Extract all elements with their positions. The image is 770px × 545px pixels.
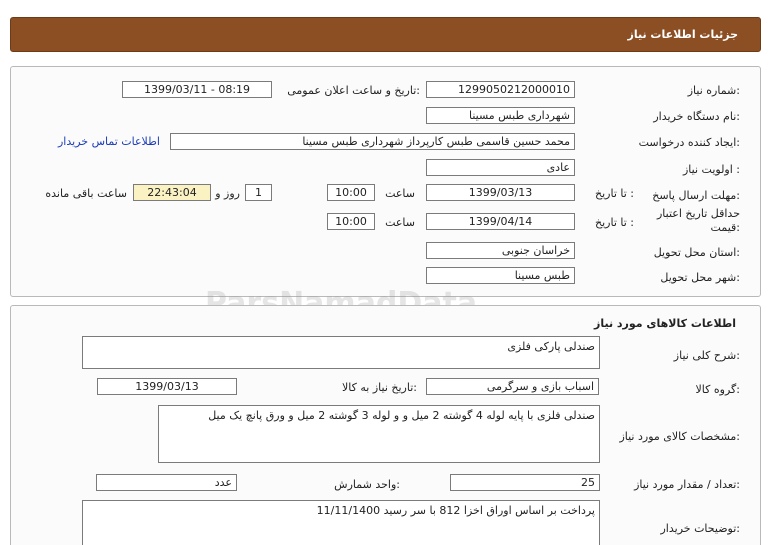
description-label: شرح کلی نیاز: xyxy=(673,349,740,362)
specs-field[interactable]: صندلی فلزی با پایه لوله 4 گوشته 2 میل و … xyxy=(158,405,600,463)
announce-datetime-label: تاریخ و ساعت اعلان عمومی: xyxy=(287,84,420,97)
city-field[interactable]: طبس مسینا xyxy=(426,267,575,284)
quantity-label: تعداد / مقدار مورد نیاز: xyxy=(634,478,740,491)
goods-section-title: اطلاعات کالاهای مورد نیاز xyxy=(594,317,736,330)
response-days-field[interactable]: 1 xyxy=(245,184,272,201)
announce-datetime-field[interactable]: 1399/03/11 - 08:19 xyxy=(122,81,272,98)
need-date-field[interactable]: 1399/03/13 xyxy=(97,378,237,395)
response-days-label: روز و xyxy=(215,187,240,200)
goods-group-field[interactable]: اسباب بازی و سرگرمی xyxy=(426,378,599,395)
buyer-notes-field[interactable]: پرداخت بر اساس اوراق اخزا 812 با سر رسید… xyxy=(82,500,600,545)
need-date-label: تاریخ نیاز به کالا: xyxy=(342,381,417,394)
need-number-label: شماره نیاز: xyxy=(687,84,740,97)
response-to-date-label: تا تاریخ : xyxy=(595,187,634,200)
province-label: استان محل تحویل: xyxy=(653,246,740,259)
need-number-field[interactable]: 1299050212000010 xyxy=(426,81,575,98)
response-time-label: ساعت xyxy=(385,187,415,200)
description-field[interactable]: صندلی پارکی فلزی xyxy=(82,336,600,369)
buyer-notes-label: توضیحات خریدار: xyxy=(660,522,741,535)
specs-label: مشخصات کالای مورد نیاز: xyxy=(619,430,740,443)
priority-field[interactable]: عادی xyxy=(426,159,575,176)
quantity-field[interactable]: 25 xyxy=(450,474,600,491)
buyer-org-label: نام دستگاه خریدار: xyxy=(653,110,740,123)
remaining-time-label: ساعت باقی مانده xyxy=(45,187,127,200)
requester-field[interactable]: محمد حسین قاسمی طبس کارپرداز شهرداری طبس… xyxy=(170,133,575,150)
validity-to-date-label: تا تاریخ : xyxy=(595,216,634,229)
remaining-time-field: 22:43:04 xyxy=(133,184,211,201)
response-time-field[interactable]: 10:00 xyxy=(327,184,375,201)
validity-date-field[interactable]: 1399/04/14 xyxy=(426,213,575,230)
validity-time-label: ساعت xyxy=(385,216,415,229)
price-validity-label-text: حداقل تاریخ اعتبار قیمت: xyxy=(656,207,740,234)
goods-group-label: گروه کالا: xyxy=(695,383,740,396)
page-title: جزئیات اطلاعات نیاز xyxy=(627,28,739,41)
city-label: شهر محل تحویل: xyxy=(660,271,740,284)
province-field[interactable]: خراسان جنوبی xyxy=(426,242,575,259)
need-info-panel xyxy=(10,66,761,297)
response-date-field[interactable]: 1399/03/13 xyxy=(426,184,575,201)
unit-field[interactable]: عدد xyxy=(96,474,237,491)
buyer-contact-link[interactable]: اطلاعات تماس خریدار xyxy=(58,135,160,148)
priority-label: اولویت نیاز : xyxy=(682,163,740,176)
page-header: جزئیات اطلاعات نیاز xyxy=(10,17,761,52)
price-validity-label: حداقل تاریخ اعتبار قیمت: xyxy=(630,207,740,235)
response-deadline-label: مهلت ارسال پاسخ: xyxy=(652,189,740,202)
unit-label: واحد شمارش: xyxy=(334,478,400,491)
requester-label: ایجاد کننده درخواست: xyxy=(638,136,740,149)
validity-time-field[interactable]: 10:00 xyxy=(327,213,375,230)
buyer-org-field[interactable]: شهرداری طبس مسینا xyxy=(426,107,575,124)
